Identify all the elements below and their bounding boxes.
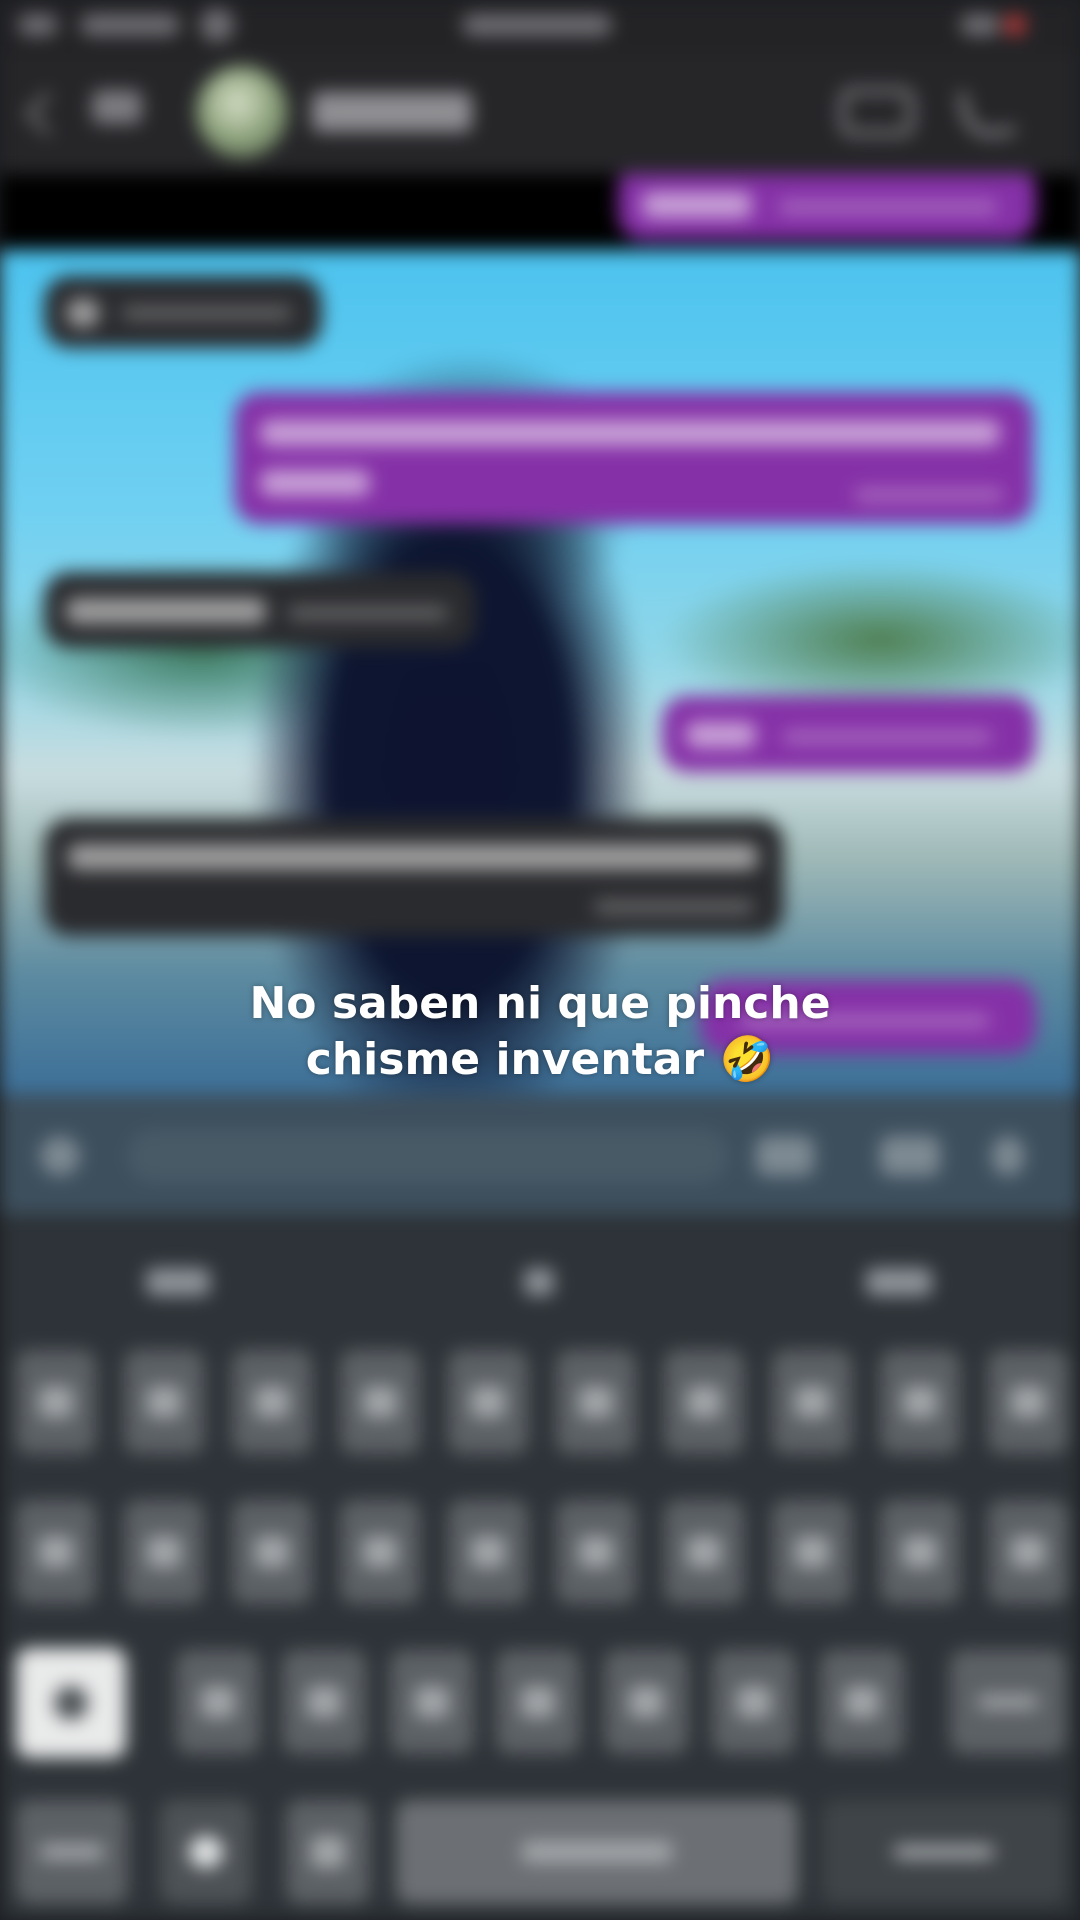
keyboard <box>0 1214 1080 1920</box>
key[interactable] <box>496 1650 580 1754</box>
chat-wallpaper <box>0 250 1080 1094</box>
caption-line-1: No saben ni que pinche <box>249 978 831 1029</box>
key[interactable] <box>820 1650 904 1754</box>
symbols-key[interactable] <box>16 1800 128 1904</box>
blurred-chat-screen <box>0 0 1080 1920</box>
key[interactable] <box>232 1350 312 1454</box>
key[interactable] <box>124 1500 204 1604</box>
key[interactable] <box>880 1350 960 1454</box>
key[interactable] <box>880 1500 960 1604</box>
key[interactable] <box>988 1500 1068 1604</box>
video-call-icon[interactable] <box>840 88 914 136</box>
emoji-icon[interactable] <box>40 1136 80 1176</box>
status-bar <box>0 0 1080 54</box>
key[interactable] <box>772 1500 852 1604</box>
key[interactable] <box>556 1350 636 1454</box>
key[interactable] <box>176 1650 260 1754</box>
emoji-key[interactable] <box>160 1800 252 1904</box>
shift-icon <box>54 1686 88 1720</box>
key[interactable] <box>390 1650 474 1754</box>
message-bubble-outgoing[interactable] <box>234 392 1034 524</box>
key[interactable] <box>664 1350 744 1454</box>
suggestion-left[interactable] <box>146 1268 210 1296</box>
period-key[interactable] <box>822 1800 1066 1904</box>
key[interactable] <box>340 1500 420 1604</box>
phone-icon[interactable] <box>958 84 1016 142</box>
key[interactable] <box>556 1500 636 1604</box>
unread-count <box>92 90 142 124</box>
key[interactable] <box>712 1650 796 1754</box>
key[interactable] <box>340 1350 420 1454</box>
key[interactable] <box>604 1650 688 1754</box>
comma-key[interactable] <box>286 1800 370 1904</box>
space-key[interactable] <box>396 1800 798 1904</box>
key[interactable] <box>16 1350 96 1454</box>
message-bubble-incoming[interactable] <box>44 572 476 648</box>
video-caption: No saben ni que pinche chisme inventar 🤣 <box>140 976 940 1088</box>
suggestion-right[interactable] <box>866 1268 932 1296</box>
message-bubble-incoming[interactable] <box>44 818 784 936</box>
gallery-icon[interactable] <box>880 1136 940 1176</box>
avatar[interactable] <box>196 66 288 158</box>
message-input[interactable] <box>128 1130 728 1182</box>
key[interactable] <box>988 1350 1068 1454</box>
key[interactable] <box>124 1350 204 1454</box>
message-input-bar <box>0 1094 1080 1214</box>
mic-icon[interactable] <box>992 1136 1024 1176</box>
key[interactable] <box>664 1500 744 1604</box>
suggestion-center[interactable] <box>524 1268 554 1296</box>
key[interactable] <box>448 1350 528 1454</box>
key[interactable] <box>772 1350 852 1454</box>
back-arrow-icon[interactable] <box>25 91 70 136</box>
key[interactable] <box>282 1650 366 1754</box>
message-bubble-outgoing[interactable] <box>662 696 1036 772</box>
message-bubble-incoming[interactable] <box>44 276 322 348</box>
camera-icon[interactable] <box>756 1136 814 1176</box>
message-bubble-outgoing[interactable] <box>618 174 1036 240</box>
caption-line-2: chisme inventar 🤣 <box>305 1034 775 1085</box>
chat-header <box>0 54 1080 174</box>
shift-key[interactable] <box>16 1648 126 1758</box>
backspace-key[interactable] <box>950 1650 1066 1754</box>
key[interactable] <box>448 1500 528 1604</box>
key[interactable] <box>16 1500 96 1604</box>
chat-messages <box>0 174 1080 1094</box>
key[interactable] <box>232 1500 312 1604</box>
contact-name[interactable] <box>312 92 472 132</box>
